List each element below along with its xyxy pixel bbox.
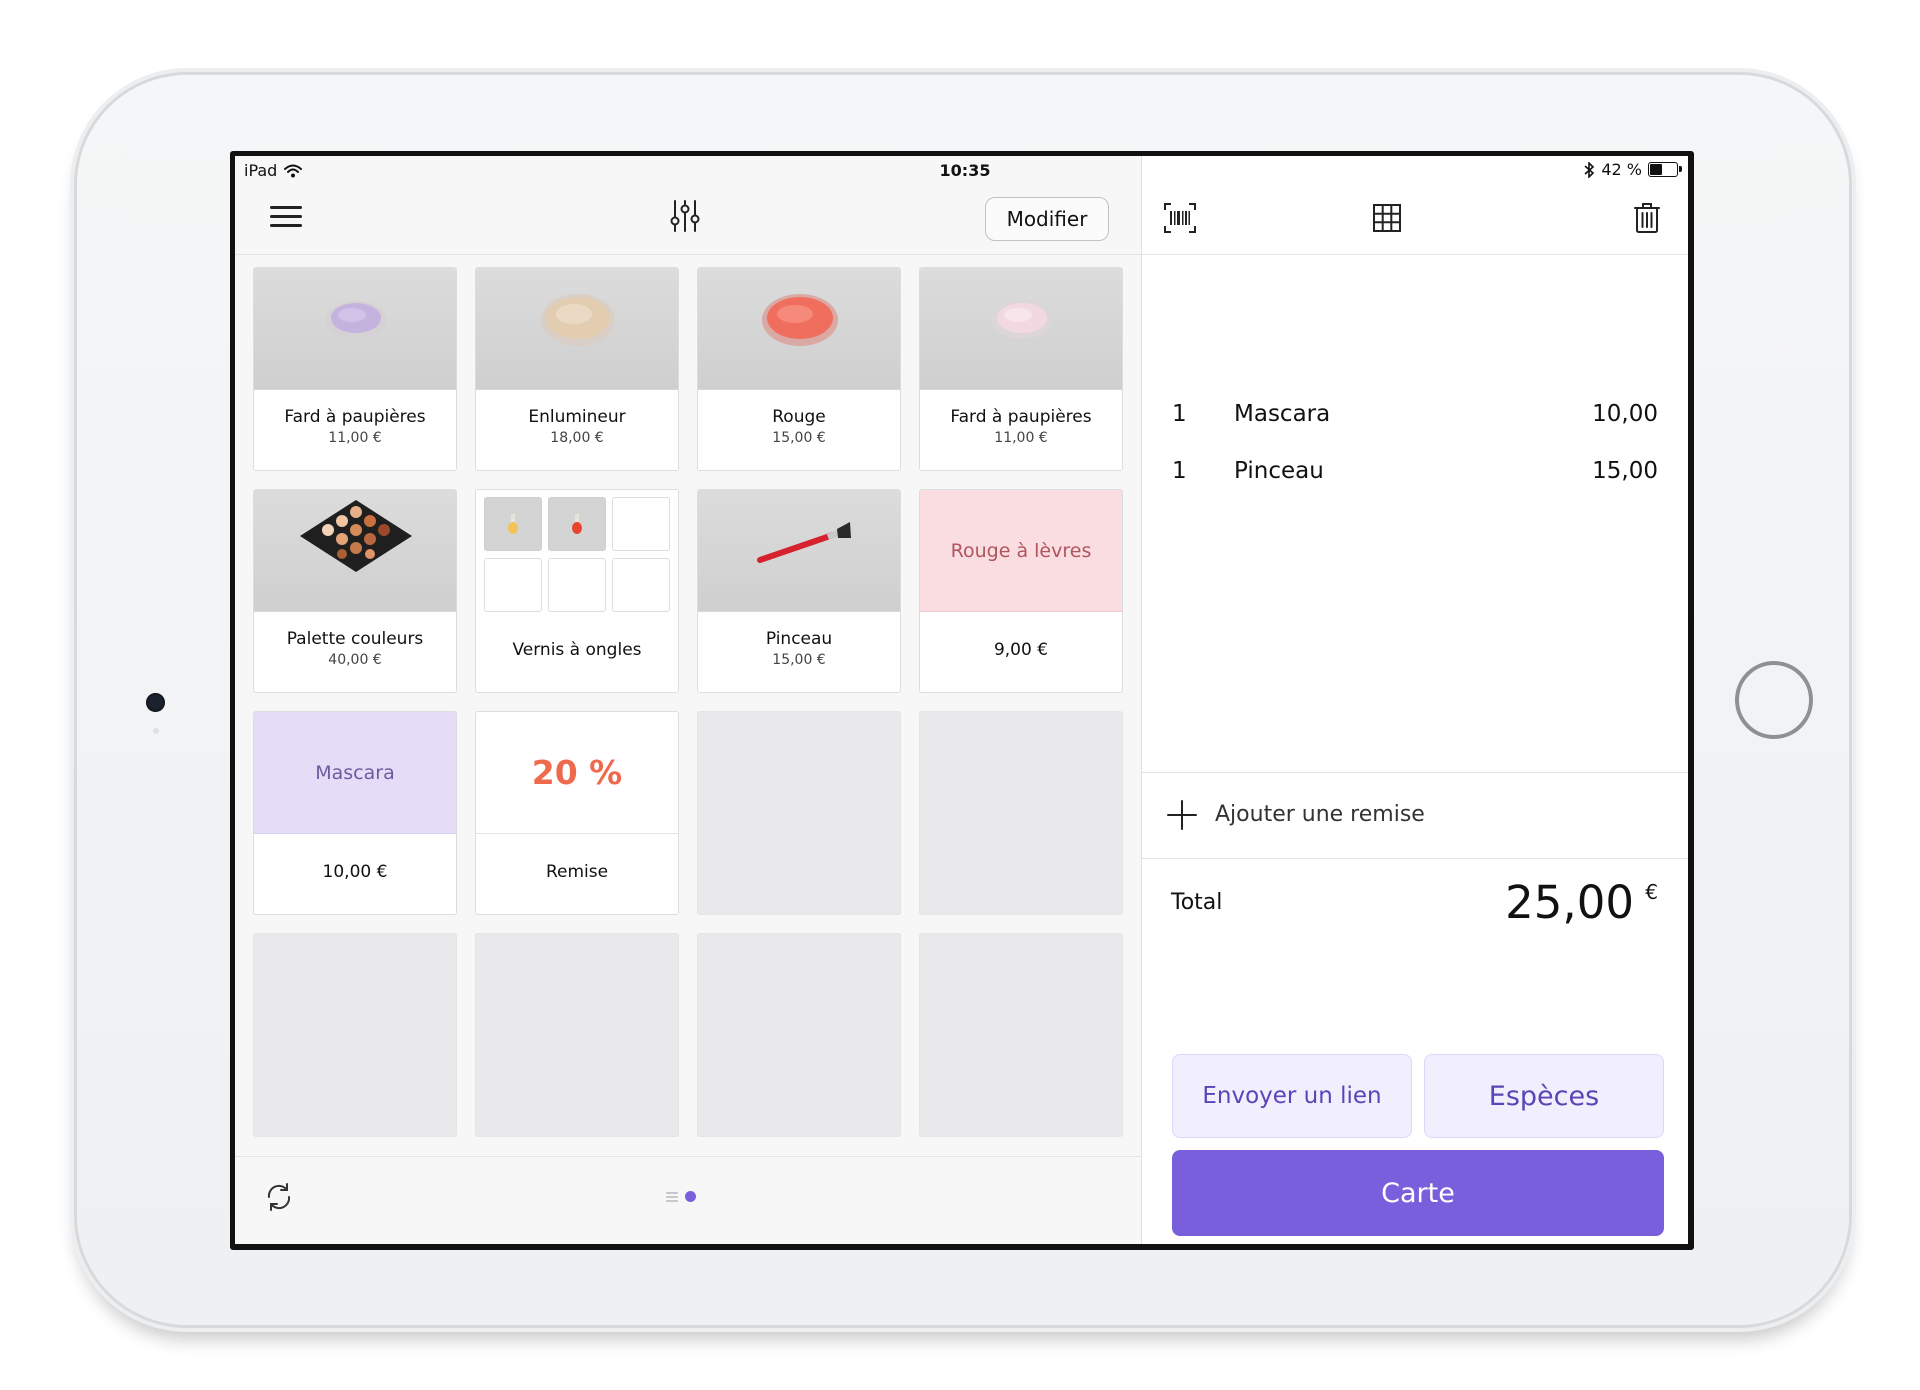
product-price: 40,00 €	[328, 652, 382, 668]
list-page-icon	[666, 1191, 678, 1202]
cash-button[interactable]: Espèces	[1424, 1054, 1664, 1138]
discount-name: Remise	[545, 862, 609, 882]
eyeshadow-image	[920, 268, 1122, 390]
battery-level	[1650, 164, 1662, 175]
current-page-dot	[685, 1191, 696, 1202]
product-group-tile[interactable]: Vernis à ongles	[475, 489, 679, 693]
status-bar: iPad 10:35 42 %	[235, 156, 1688, 184]
product-price: 11,00 €	[328, 430, 382, 446]
line-item-name: Mascara	[1234, 401, 1331, 427]
product-name: Vernis à ongles	[512, 640, 642, 660]
product-name: Fard à paupières	[284, 407, 426, 427]
cart-pane: 1 Mascara 10,00 1 Pinceau 15,00 Ajouter …	[1142, 156, 1688, 1244]
empty-slot	[484, 558, 542, 612]
product-tile[interactable]: Rouge 15,00 €	[697, 267, 901, 471]
sliders-icon[interactable]	[667, 198, 703, 234]
product-name: Mascara	[254, 712, 456, 834]
total-label: Total	[1171, 890, 1223, 915]
product-price: 10,00 €	[322, 862, 388, 882]
device-name: iPad	[244, 161, 278, 180]
add-discount-button[interactable]: Ajouter une remise	[1142, 772, 1688, 859]
pos-app: Modifier Fard à paupières 11,00 € Enlumi…	[235, 156, 1688, 1244]
discount-tile[interactable]: 20 % Remise	[475, 711, 679, 915]
empty-slot	[548, 558, 606, 612]
empty-slot	[612, 497, 670, 551]
product-price: 18,00 €	[550, 430, 604, 446]
cart-line[interactable]: 1 Pinceau 15,00	[1142, 458, 1688, 498]
nail-polish-thumb	[484, 497, 542, 551]
product-tile[interactable]: Mascara 10,00 €	[253, 711, 457, 915]
wifi-icon	[284, 164, 303, 178]
product-name: Rouge	[772, 407, 826, 427]
menu-icon[interactable]	[270, 204, 302, 230]
front-camera	[146, 693, 165, 712]
empty-tile[interactable]	[253, 933, 457, 1137]
bluetooth-icon	[1584, 161, 1595, 178]
sync-icon[interactable]	[263, 1179, 295, 1215]
empty-tile[interactable]	[475, 933, 679, 1137]
brush-image	[698, 490, 900, 612]
nail-polish-thumb	[548, 497, 606, 551]
empty-tile[interactable]	[919, 711, 1123, 915]
battery-icon	[1648, 162, 1682, 177]
highlighter-image	[476, 268, 678, 390]
product-name: Fard à paupières	[950, 407, 1092, 427]
empty-slot	[612, 558, 670, 612]
empty-tile[interactable]	[697, 933, 901, 1137]
eyeshadow-image	[254, 268, 456, 390]
card-button[interactable]: Carte	[1172, 1150, 1664, 1236]
product-price: 11,00 €	[994, 430, 1048, 446]
product-price: 15,00 €	[772, 430, 826, 446]
product-tile[interactable]: Rouge à lèvres 9,00 €	[919, 489, 1123, 693]
line-quantity: 1	[1172, 401, 1187, 427]
line-amount: 10,00	[1592, 401, 1658, 427]
product-price: 15,00 €	[772, 652, 826, 668]
empty-tile[interactable]	[697, 711, 901, 915]
product-name: Enlumineur	[528, 407, 626, 427]
product-pane: Modifier Fard à paupières 11,00 € Enlumi…	[235, 156, 1141, 1244]
total-value: 25,00	[1505, 876, 1634, 929]
blush-image	[698, 268, 900, 390]
product-tile[interactable]: Palette couleurs 40,00 €	[253, 489, 457, 693]
product-name: Rouge à lèvres	[920, 490, 1122, 612]
cart-line[interactable]: 1 Mascara 10,00	[1142, 401, 1688, 441]
discount-badge: 20 %	[476, 712, 678, 834]
modify-button[interactable]: Modifier	[985, 197, 1109, 241]
product-footer	[235, 1156, 1141, 1244]
camera-sensor	[153, 728, 159, 734]
palette-image	[254, 490, 456, 612]
empty-tile[interactable]	[919, 933, 1123, 1137]
product-tile[interactable]: Pinceau 15,00 €	[697, 489, 901, 693]
home-button[interactable]	[1735, 661, 1813, 739]
grid-icon[interactable]	[1369, 200, 1405, 236]
product-name: Pinceau	[765, 629, 833, 649]
cart-toolbar	[1142, 184, 1688, 255]
total-currency: €	[1645, 880, 1658, 904]
plus-icon	[1167, 800, 1197, 830]
product-tile[interactable]: Fard à paupières 11,00 €	[253, 267, 457, 471]
product-grid: Fard à paupières 11,00 € Enlumineur 18,0…	[253, 267, 1123, 1137]
line-item-name: Pinceau	[1234, 458, 1324, 484]
product-tile[interactable]: Fard à paupières 11,00 €	[919, 267, 1123, 471]
product-tile[interactable]: Enlumineur 18,00 €	[475, 267, 679, 471]
line-amount: 15,00	[1592, 458, 1658, 484]
product-price: 9,00 €	[993, 640, 1049, 660]
send-link-button[interactable]: Envoyer un lien	[1172, 1054, 1412, 1138]
line-quantity: 1	[1172, 458, 1187, 484]
barcode-scan-icon[interactable]	[1162, 200, 1198, 236]
product-toolbar: Modifier	[235, 184, 1141, 255]
page-indicator[interactable]	[666, 1191, 696, 1202]
product-name: Palette couleurs	[286, 629, 424, 649]
add-discount-label: Ajouter une remise	[1215, 802, 1425, 827]
battery-percent: 42 %	[1601, 160, 1642, 179]
trash-icon[interactable]	[1629, 200, 1665, 236]
clock: 10:35	[939, 161, 991, 180]
